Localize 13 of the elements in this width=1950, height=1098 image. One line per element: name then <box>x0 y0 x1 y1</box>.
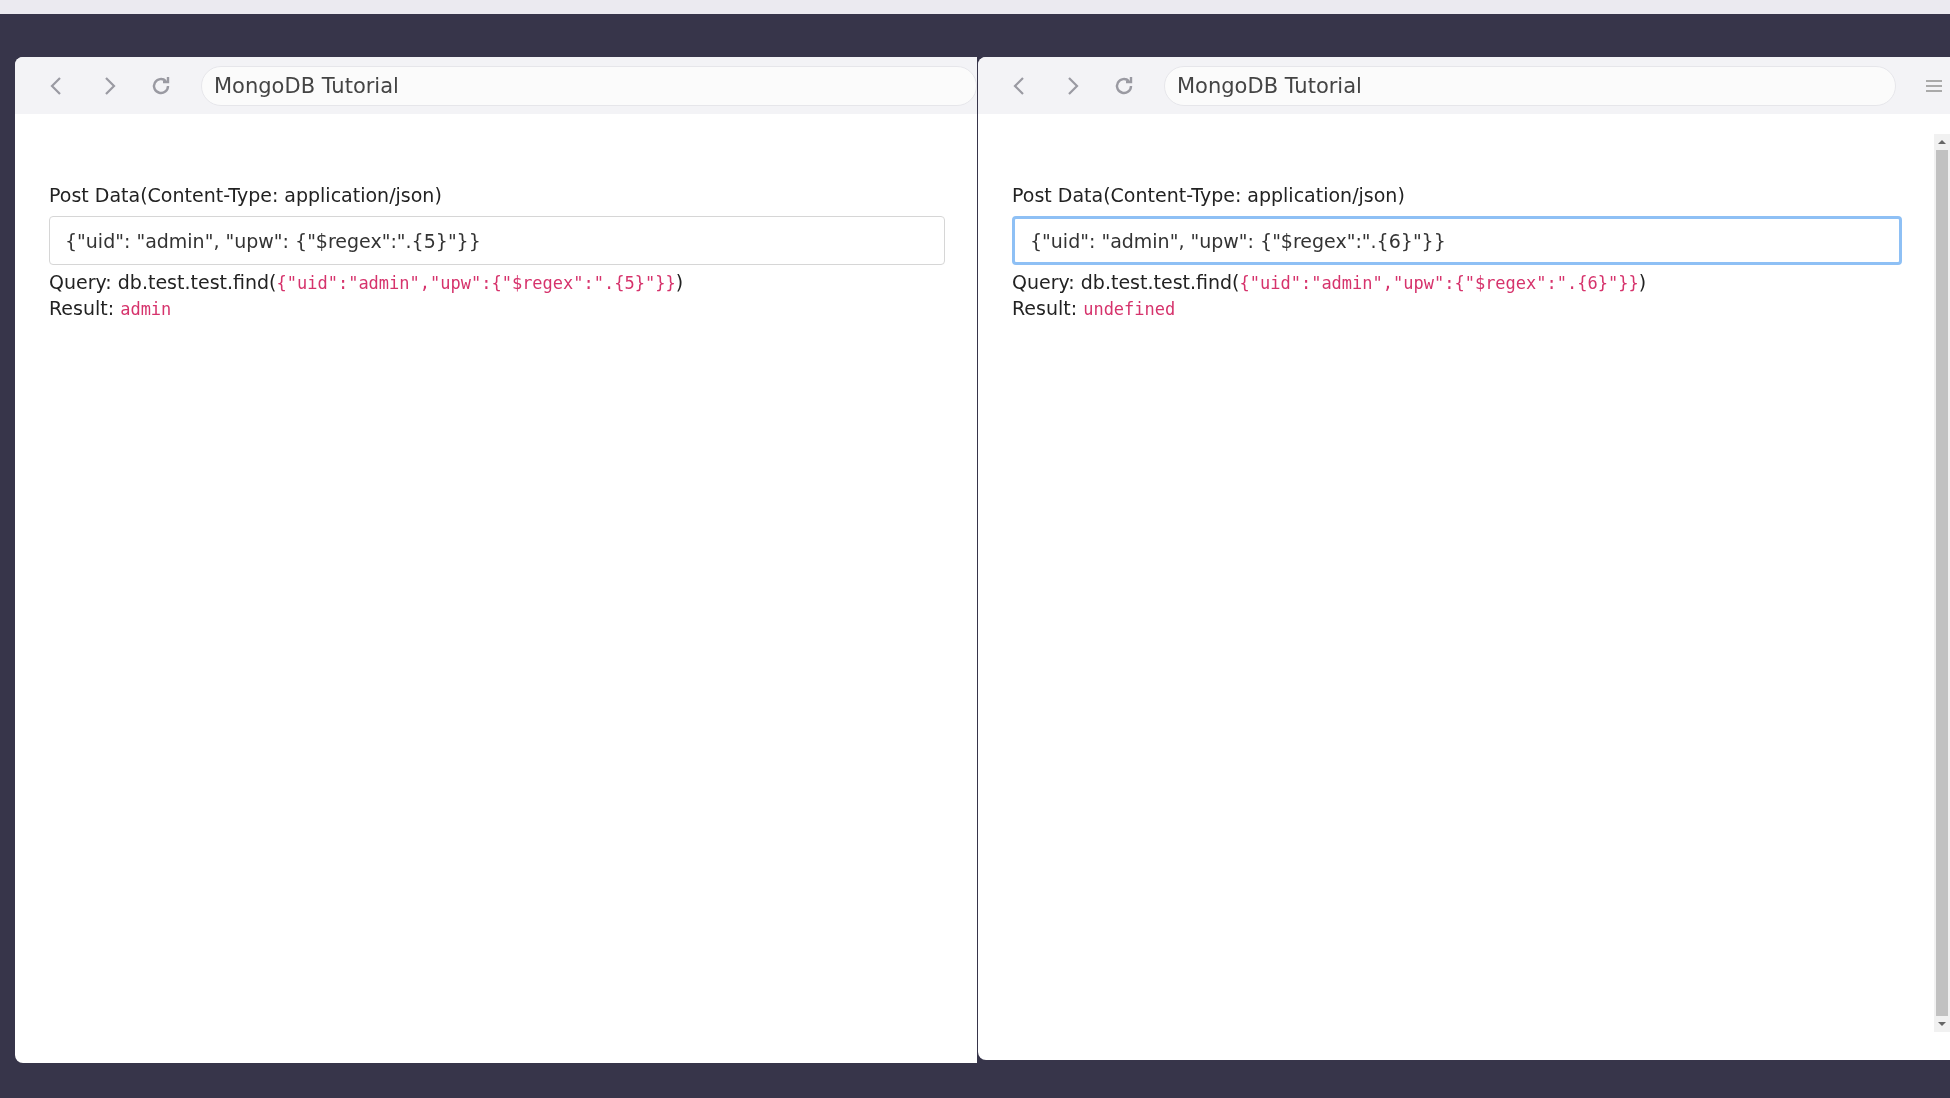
input-field[interactable]: {"uid": "admin", "upw": {"$regex":".{6}"}} <box>1012 216 1902 265</box>
address-bar[interactable]: MongoDB Tutorial <box>1164 65 1896 106</box>
field-label: Post Data(Content-Type: application/json) <box>49 184 443 206</box>
result-label: Result: <box>1012 297 1078 319</box>
address-bar[interactable]: MongoDB Tutorial <box>201 65 977 106</box>
input-field[interactable]: {"uid": "admin", "upw": {"$regex":".{5}"}} <box>49 216 945 265</box>
result-value: admin <box>120 299 172 319</box>
result-value: undefined <box>1083 299 1176 319</box>
field-label: Post Data(Content-Type: application/json) <box>1012 184 1406 206</box>
query-text: Query: db.test.test.find({"uid":"admin","upw":{"$regex":".{5}"}}) <box>49 271 685 293</box>
query-text: Query: db.test.test.find({"uid":"admin","upw":{"$regex":".{6}"}}) <box>1012 271 1648 293</box>
scrollbar[interactable] <box>1934 134 1950 1032</box>
result-label: Result: <box>49 297 115 319</box>
